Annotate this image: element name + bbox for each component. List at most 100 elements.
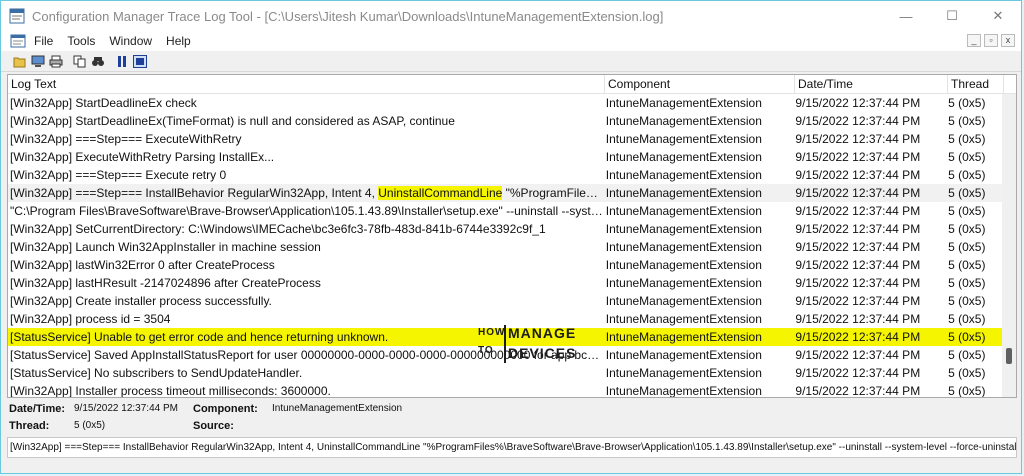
watermark-to: TO [478,345,494,356]
datetime-cell: 9/15/2022 12:37:44 PM [795,240,921,254]
datetime-cell: 9/15/2022 12:37:44 PM [795,366,921,380]
thread-cell: 5 (0x5) [948,330,986,344]
pause-icon[interactable] [115,55,129,68]
component-cell: IntuneManagementExtension [605,258,762,272]
thread-cell: 5 (0x5) [948,186,986,200]
message-text-box[interactable]: [Win32App] ===Step=== InstallBehavior Re… [7,437,1017,458]
mdi-controls: _ ▫ x [967,34,1015,47]
thread-cell: 5 (0x5) [948,96,986,110]
datetime-cell: 9/15/2022 12:37:44 PM [795,348,921,362]
menu-window[interactable]: Window [109,34,152,48]
mdi-close-button[interactable]: x [1001,34,1015,47]
table-row[interactable]: [Win32App] StartDeadlineEx(TimeFormat) i… [8,112,1002,130]
print-icon[interactable] [49,55,63,68]
details-pane: Date/Time: 9/15/2022 12:37:44 PM Compone… [7,400,1017,436]
thread-cell: 5 (0x5) [948,222,986,236]
find-icon[interactable] [91,55,105,68]
component-value: IntuneManagementExtension [272,403,403,414]
open-icon[interactable] [13,55,27,68]
vertical-scrollbar[interactable] [1002,94,1016,397]
table-row[interactable]: [Win32App] lastWin32Error 0 after Create… [8,256,1002,274]
menu-tools[interactable]: Tools [67,34,95,48]
table-row[interactable]: "C:\Program Files\BraveSoftware\Brave-Br… [8,202,1002,220]
component-cell: IntuneManagementExtension [605,276,762,290]
thread-cell: 5 (0x5) [948,258,986,272]
component-cell: IntuneManagementExtension [605,330,762,344]
highlight-icon[interactable] [133,54,147,68]
component-cell: IntuneManagementExtension [605,348,762,362]
table-row-selected[interactable]: [Win32App] ===Step=== InstallBehavior Re… [8,184,1002,202]
computer-icon[interactable] [31,55,45,68]
component-cell: IntuneManagementExtension [605,294,762,308]
log-text-cell: [Win32App] ===Step=== Execute retry 0 [10,168,227,182]
component-cell: IntuneManagementExtension [605,204,762,218]
log-text-cell: [Win32App] ===Step=== InstallBehavior Re… [8,184,604,202]
menu-bar: File Tools Window Help _ ▫ x [1,31,1021,51]
thread-cell: 5 (0x5) [948,168,986,182]
component-cell: IntuneManagementExtension [605,114,762,128]
thread-cell: 5 (0x5) [948,366,986,380]
table-row[interactable]: [Win32App] Create installer process succ… [8,292,1002,310]
watermark-manage: MANAGE [508,325,577,341]
datetime-cell: 9/15/2022 12:37:44 PM [795,330,921,344]
table-row[interactable]: [Win32App] ExecuteWithRetry Parsing Inst… [8,148,1002,166]
highlighted-term: UninstallCommandLine [378,186,503,200]
thread-cell: 5 (0x5) [948,384,986,398]
maximize-button[interactable]: ☐ [929,1,975,31]
watermark-logo: HOW TO MANAGE DEVICES [478,325,575,369]
log-text-cell: [Win32App] Create installer process succ… [10,294,272,308]
component-cell: IntuneManagementExtension [605,240,762,254]
title-bar[interactable]: Configuration Manager Trace Log Tool - [… [1,1,1021,31]
log-text-cell: [Win32App] ExecuteWithRetry Parsing Inst… [10,150,275,164]
datetime-cell: 9/15/2022 12:37:44 PM [795,168,921,182]
source-label: Source: [193,420,234,432]
log-text-cell: [Win32App] Installer process timeout mil… [10,384,331,398]
column-header-log-text[interactable]: Log Text [8,75,605,93]
menu-help[interactable]: Help [166,34,191,48]
mdi-minimize-button[interactable]: _ [967,34,981,47]
log-text-cell: [Win32App] Launch Win32AppInstaller in m… [10,240,321,254]
window-title: Configuration Manager Trace Log Tool - [… [32,8,664,24]
component-cell: IntuneManagementExtension [605,150,762,164]
table-row[interactable]: [Win32App] Launch Win32AppInstaller in m… [8,238,1002,256]
toolbar [1,51,1021,72]
table-row[interactable]: [Win32App] StartDeadlineEx check IntuneM… [8,94,1002,112]
datetime-cell: 9/15/2022 12:37:44 PM [795,132,921,146]
datetime-value: 9/15/2022 12:37:44 PM [74,403,178,414]
thread-cell: 5 (0x5) [948,240,986,254]
log-text-part: [Win32App] ===Step=== InstallBehavior Re… [10,186,379,200]
datetime-cell: 9/15/2022 12:37:44 PM [795,114,921,128]
datetime-label: Date/Time: [9,403,66,415]
app-window: Configuration Manager Trace Log Tool - [… [0,0,1022,474]
table-row[interactable]: [Win32App] ===Step=== ExecuteWithRetry I… [8,130,1002,148]
copy-icon[interactable] [73,55,87,68]
component-label: Component: [193,403,258,415]
datetime-cell: 9/15/2022 12:37:44 PM [795,312,921,326]
app-icon [8,7,26,25]
mdi-restore-button[interactable]: ▫ [984,34,998,47]
log-text-part: "%ProgramFiles%\Brave... [505,186,604,200]
column-header-thread[interactable]: Thread [948,75,1004,93]
scrollbar-thumb[interactable] [1006,348,1012,364]
watermark-how: HOW [478,327,506,338]
table-row[interactable]: [Win32App] SetCurrentDirectory: C:\Windo… [8,220,1002,238]
log-text-cell: "C:\Program Files\BraveSoftware\Brave-Br… [10,204,604,218]
thread-cell: 5 (0x5) [948,348,986,362]
menu-file[interactable]: File [34,34,53,48]
minimize-button[interactable]: — [883,1,929,31]
column-header-datetime[interactable]: Date/Time [795,75,948,93]
thread-cell: 5 (0x5) [948,132,986,146]
thread-cell: 5 (0x5) [948,114,986,128]
document-icon[interactable] [10,34,26,48]
log-text-cell: [Win32App] lastWin32Error 0 after Create… [10,258,275,272]
datetime-cell: 9/15/2022 12:37:44 PM [795,186,921,200]
datetime-cell: 9/15/2022 12:37:44 PM [795,294,921,308]
watermark-divider [504,325,506,363]
close-button[interactable]: ✕ [975,1,1021,31]
column-header-component[interactable]: Component [605,75,795,93]
table-row[interactable]: [Win32App] lastHResult -2147024896 after… [8,274,1002,292]
thread-cell: 5 (0x5) [948,312,986,326]
table-row[interactable]: [Win32App] Installer process timeout mil… [8,382,1002,398]
table-row[interactable]: [Win32App] ===Step=== Execute retry 0 In… [8,166,1002,184]
log-grid[interactable]: Log Text Component Date/Time Thread [Win… [7,74,1017,398]
